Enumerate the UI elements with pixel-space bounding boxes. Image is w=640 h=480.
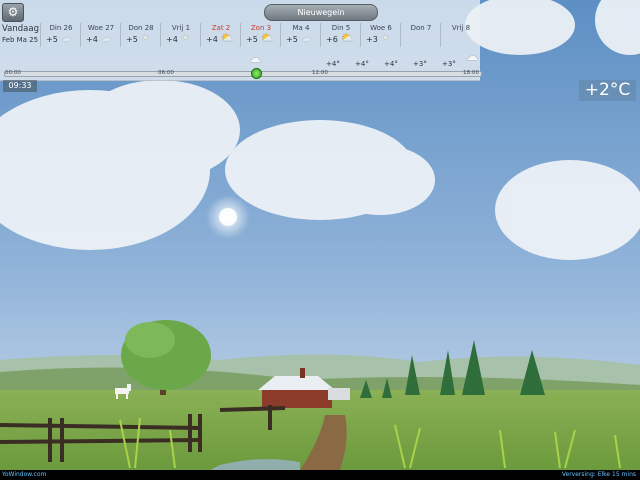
day-name: Vrij 8 [451,24,471,32]
daily-forecast: Din 26 +5 ☁ Woe 27 +4 ☁ Don 28 +5 ☀ Vrij 1 +4 ☀ Zat … [0,23,480,47]
day-temp: +4 [86,35,98,44]
hourly-temp: +4° [384,60,398,68]
day-cell[interactable]: Zon 3 +5 ⛅ [240,23,280,47]
brand-link[interactable]: YoWindow.com [2,471,46,478]
day-name: Don 28 [128,24,154,32]
sun-icon: ☀ [381,33,390,44]
day-cell[interactable]: Din 5 +6 ⛅ [320,23,360,47]
day-cell[interactable]: Ma 4 +5 ☁ [280,23,320,47]
sun-icon: ☀ [141,33,150,44]
day-name: Ma 4 [292,24,310,32]
day-name: Don 7 [410,24,432,32]
hourly-temp: +3° [442,60,456,68]
cloud-icon: ☁ [466,49,478,63]
timeline-handle[interactable] [251,68,263,79]
time-label: 18:00 [463,70,479,76]
hourly-temp: +3° [413,60,427,68]
hourly-temp: +4° [326,60,340,68]
forecast-panel: ⚙ Nieuwegein Vandaag Feb Ma 25 Din 26 +5 ☁… [0,0,482,81]
day-name: Woe 6 [370,24,392,32]
day-temp: +5 [286,35,298,44]
day-temp: +5 [46,35,58,44]
timeline-slider[interactable] [4,71,482,77]
partly-cloudy-icon: ⛅ [261,33,274,44]
day-cell[interactable]: Woe 6 +3 ☀ [360,23,400,47]
partly-cloudy-icon: ⛅ [221,33,234,44]
gear-icon: ⚙ [7,5,19,19]
day-temp: +3 [366,35,378,44]
day-cell[interactable]: Vrij 8 [440,23,480,47]
refresh-status: Verversing: Elke 15 mins [561,471,636,478]
hourly-temp: +4° [355,60,369,68]
day-cell[interactable]: Don 28 +5 ☀ [120,23,160,47]
settings-button[interactable]: ⚙ [2,3,24,22]
day-name: Zat 2 [211,24,231,32]
clock[interactable]: 09:33 [3,80,37,92]
time-label: 06:00 [158,70,174,76]
day-temp: +5 [126,35,138,44]
day-temp: +4 [206,35,218,44]
day-name: Zon 3 [250,24,272,32]
day-name: Din 26 [49,24,73,32]
time-label: 00:00 [5,70,21,76]
day-name: Din 5 [331,24,351,32]
cloud-icon: ☁ [249,51,261,65]
time-label: 12:00 [312,70,328,76]
day-cell[interactable]: Vrij 1 +4 ☀ [160,23,200,47]
sun-icon: ☀ [181,33,190,44]
day-cell[interactable]: Don 7 [400,23,440,47]
day-cell[interactable]: Zat 2 +4 ⛅ [200,23,240,47]
partly-cloudy-icon: ⛅ [341,33,354,44]
day-name: Woe 27 [87,24,115,32]
cloud-icon: ☁ [101,33,111,44]
location-button[interactable]: Nieuwegein [264,4,378,21]
cloud-icon: ☁ [61,33,71,44]
day-temp: +5 [246,35,258,44]
footer-bar [0,470,640,480]
day-temp: +4 [166,35,178,44]
day-cell[interactable]: Woe 27 +4 ☁ [80,23,120,47]
day-temp: +6 [326,35,338,44]
day-name: Vrij 1 [171,24,191,32]
day-cell[interactable]: Din 26 +5 ☁ [40,23,80,47]
current-temperature[interactable]: +2°C [579,80,636,101]
cloud-icon: ☁ [301,33,311,44]
